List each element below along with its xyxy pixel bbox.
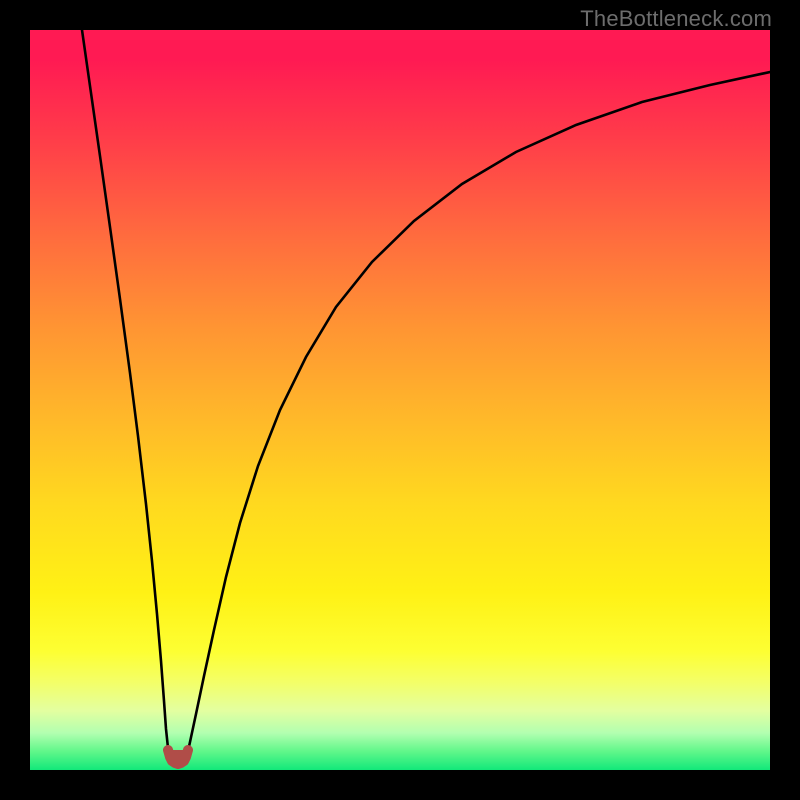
dip-marker <box>168 750 188 764</box>
curve-left-arm <box>82 30 170 760</box>
watermark-text: TheBottleneck.com <box>580 6 772 32</box>
curve-layer <box>30 30 770 770</box>
chart-frame: TheBottleneck.com <box>0 0 800 800</box>
plot-area <box>30 30 770 770</box>
curve-right-arm <box>186 72 770 760</box>
